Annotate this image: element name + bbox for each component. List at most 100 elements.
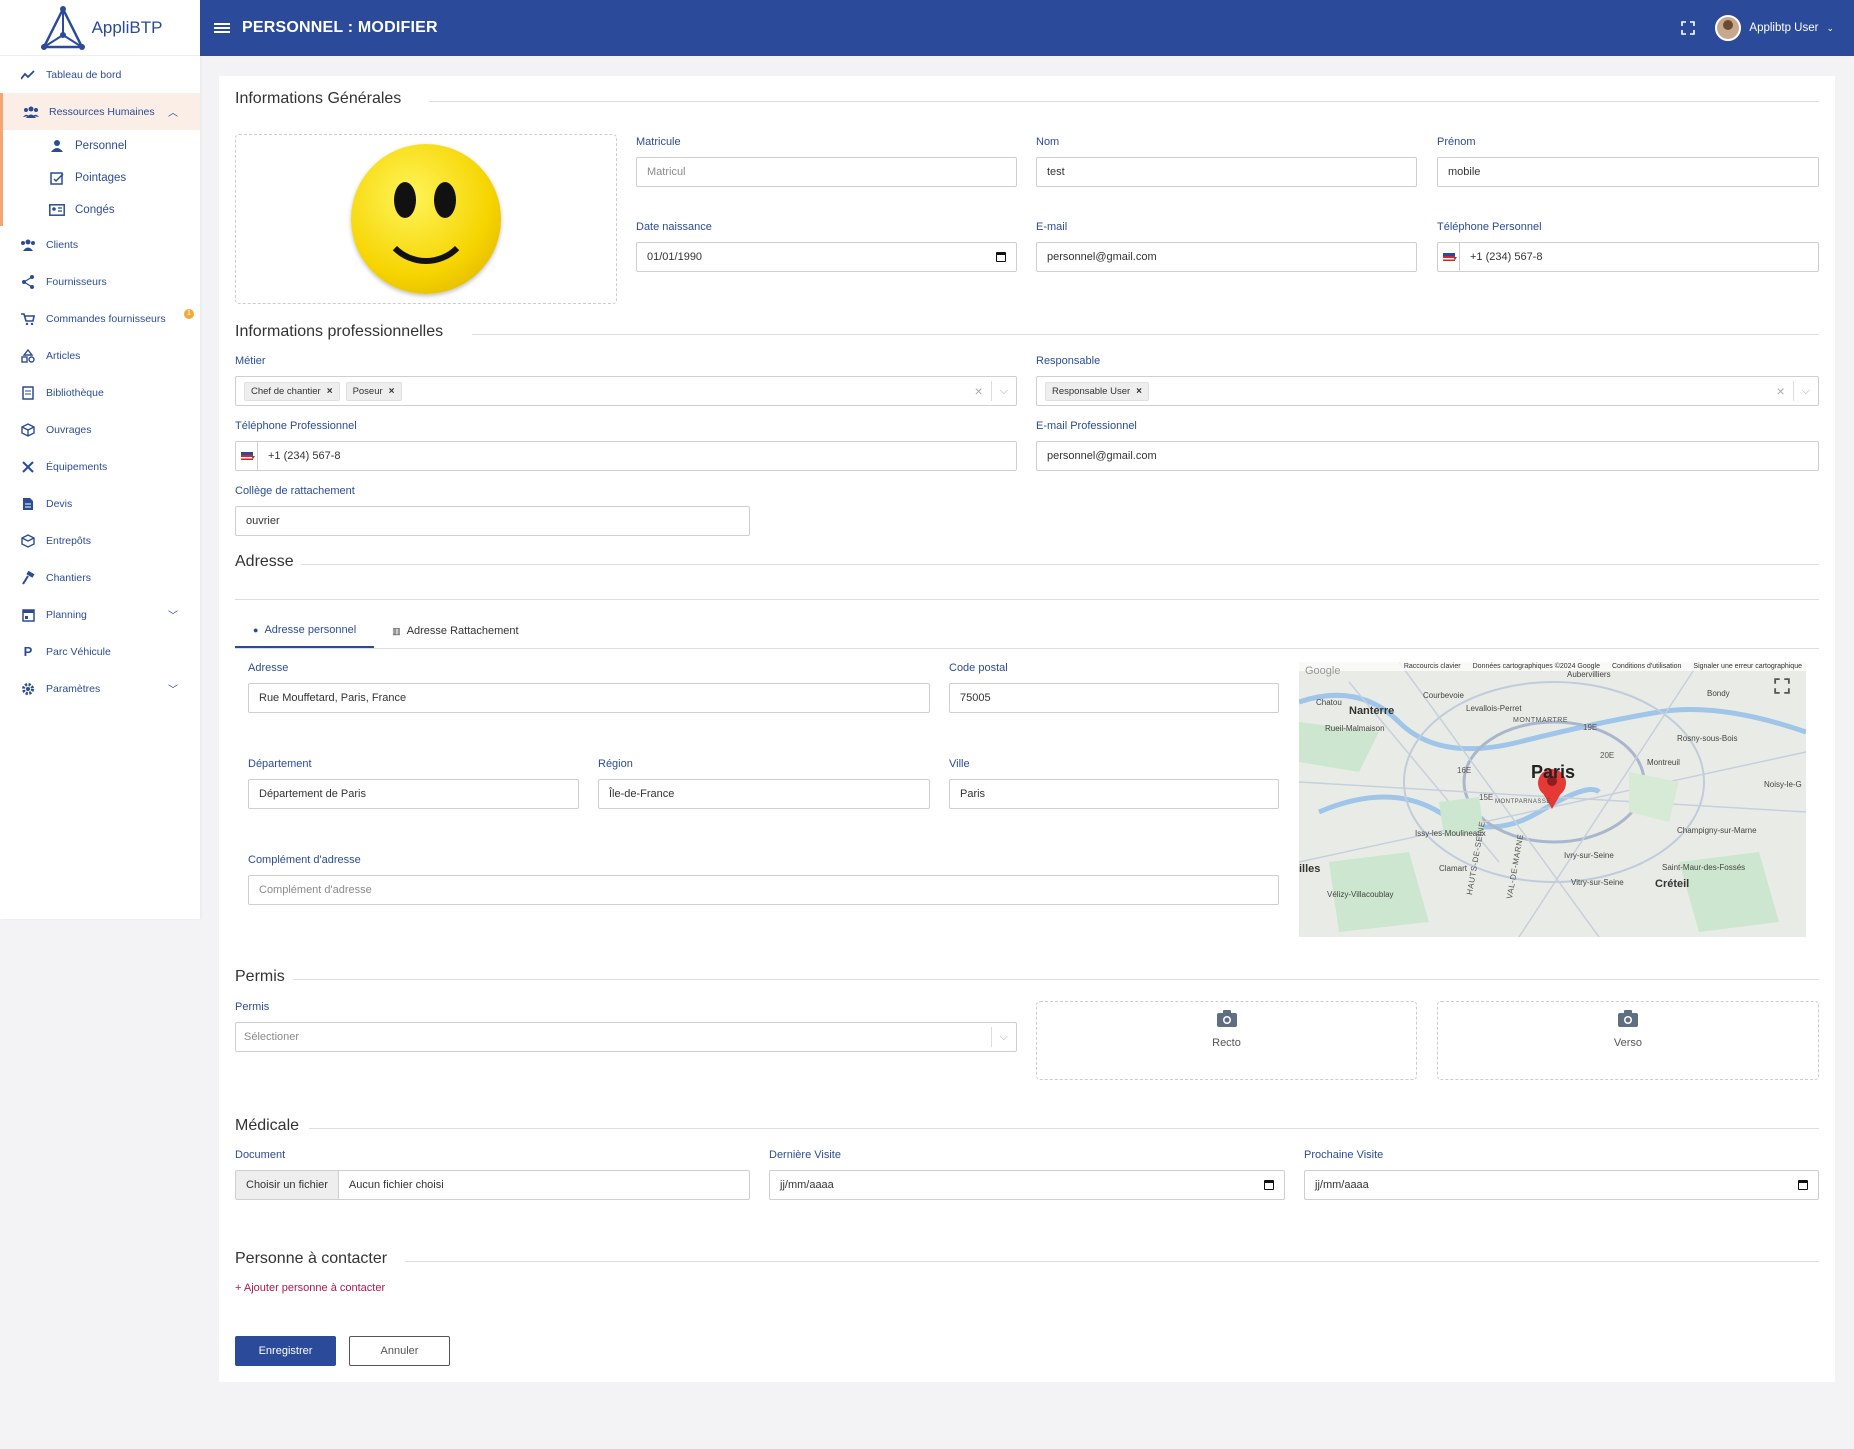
permis-select[interactable]: Sélectioner ⌵	[235, 1022, 1017, 1052]
metier-tag: Poseur ×	[345, 381, 402, 401]
date-naissance-input[interactable]: 01/01/1990	[636, 242, 1017, 272]
map-label: Courbevoie	[1423, 691, 1464, 700]
menu-icon[interactable]	[214, 21, 230, 35]
nav-tableau-de-bord[interactable]: Tableau de bord	[0, 56, 200, 93]
responsable-multiselect[interactable]: Responsable User × × ⌵	[1036, 376, 1819, 406]
map-label: MONTMARTRE	[1513, 717, 1569, 724]
nav-parametres[interactable]: Paramètres ﹀	[0, 670, 200, 707]
user-icon	[49, 138, 65, 154]
ville-input[interactable]: Paris	[949, 779, 1279, 809]
nav-label: Clients	[46, 238, 79, 251]
map-label: Saint-Maur-des-Fossés	[1662, 863, 1746, 872]
sub-item-personnel[interactable]: Personnel	[3, 130, 200, 162]
verso-label: Verso	[1613, 1037, 1643, 1049]
chart-line-icon	[20, 67, 36, 83]
warehouse-icon	[20, 533, 36, 549]
code-postal-input[interactable]: 75005	[949, 683, 1279, 713]
remove-tag-icon[interactable]: ×	[389, 386, 395, 397]
email-input[interactable]: personnel@gmail.com	[1036, 242, 1417, 272]
add-contact-link[interactable]: + Ajouter personne à contacter	[235, 1282, 385, 1294]
chevron-down-icon[interactable]: ⌵	[1802, 385, 1810, 398]
nav-fournisseurs[interactable]: Fournisseurs	[0, 263, 200, 300]
nav-clients[interactable]: Clients	[0, 226, 200, 263]
tab-adresse-rattachement[interactable]: ▥ Adresse Rattachement	[374, 614, 536, 648]
metier-multiselect[interactable]: Chef de chantier × Poseur × × ⌵	[235, 376, 1017, 406]
calendar-icon[interactable]	[1798, 1180, 1808, 1190]
nav-planning[interactable]: Planning ﹀	[0, 596, 200, 633]
college-label: Collège de rattachement	[235, 485, 355, 497]
departement-input[interactable]: Département de Paris	[248, 779, 579, 809]
sub-item-conges[interactable]: Congés	[3, 194, 200, 226]
map-attribution-item[interactable]: Conditions d'utilisation	[1612, 663, 1681, 670]
user-menu[interactable]: Applibtp User ⌄	[1715, 15, 1834, 41]
clear-icon[interactable]: ×	[1776, 383, 1784, 399]
document-file-input[interactable]: Choisir un fichier Aucun fichier choisi	[235, 1170, 750, 1200]
nav-entrepots[interactable]: Entrepôts	[0, 522, 200, 559]
map-attribution: Raccourcis clavier Données cartographiqu…	[1299, 662, 1806, 671]
tel-pro-input[interactable]: +1 (234) 567-8	[235, 441, 1017, 471]
save-button[interactable]: Enregistrer	[235, 1336, 336, 1366]
cancel-button[interactable]: Annuler	[349, 1336, 450, 1366]
tel-pro-label: Téléphone Professionnel	[235, 420, 357, 432]
adresse-input[interactable]: Rue Mouffetard, Paris, France	[248, 683, 930, 713]
region-input[interactable]: Île-de-France	[598, 779, 930, 809]
college-input[interactable]: ouvrier	[235, 506, 750, 536]
map-label: Rosny-sous-Bois	[1677, 734, 1738, 743]
fullscreen-icon[interactable]	[1681, 21, 1696, 35]
tel-value: +1 (234) 567-8	[1470, 251, 1543, 263]
permis-label: Permis	[235, 1001, 270, 1013]
remove-tag-icon[interactable]: ×	[1136, 386, 1142, 397]
derniere-visite-input[interactable]: jj/mm/aaaa	[769, 1170, 1285, 1200]
map-attribution-item[interactable]: Raccourcis clavier	[1404, 663, 1461, 670]
recto-upload[interactable]: Recto	[1036, 1001, 1417, 1080]
nav-ouvrages[interactable]: Ouvrages	[0, 411, 200, 448]
chevron-down-icon[interactable]: ⌵	[1000, 385, 1008, 398]
flag-dropdown[interactable]	[236, 442, 258, 470]
nom-input[interactable]: test	[1036, 157, 1417, 187]
tel-perso-input[interactable]: +1 (234) 567-8	[1437, 242, 1819, 272]
tab-adresse-personnel[interactable]: ● Adresse personnel	[235, 614, 375, 648]
app-logo[interactable]: AppliBTP	[0, 0, 200, 56]
nav-commandes-fournisseurs[interactable]: Commandes fournisseurs 1	[0, 300, 200, 337]
nav-equipements[interactable]: Équipements	[0, 448, 200, 485]
profile-photo	[351, 144, 501, 294]
nav-devis[interactable]: Devis	[0, 485, 200, 522]
calendar-icon[interactable]	[996, 252, 1006, 262]
map-label: illes	[1299, 863, 1321, 875]
flag-dropdown[interactable]	[1438, 243, 1460, 271]
section-title-permis: Permis	[235, 968, 295, 986]
nav-articles[interactable]: Articles	[0, 337, 200, 374]
remove-tag-icon[interactable]: ×	[327, 386, 333, 397]
metier-label: Métier	[235, 355, 266, 367]
section-divider	[405, 1261, 1819, 1262]
id-card-icon	[49, 202, 65, 218]
sub-item-pointages[interactable]: Pointages	[3, 162, 200, 194]
fullscreen-icon[interactable]	[1774, 678, 1792, 696]
nav-chantiers[interactable]: Chantiers	[0, 559, 200, 596]
section-divider	[235, 599, 1819, 600]
photo-upload[interactable]	[235, 134, 617, 304]
section-divider	[293, 979, 1819, 980]
map[interactable]: Raccourcis clavier Données cartographiqu…	[1299, 662, 1806, 937]
complement-input[interactable]: Complément d'adresse	[248, 875, 1279, 905]
email-pro-input[interactable]: personnel@gmail.com	[1036, 441, 1819, 471]
matricule-input[interactable]: Matricul	[636, 157, 1017, 187]
tag-label: Chef de chantier	[251, 385, 321, 397]
chevron-down-icon[interactable]: ⌵	[1000, 1031, 1008, 1044]
map-pin-icon: ●	[253, 625, 259, 635]
verso-upload[interactable]: Verso	[1437, 1001, 1819, 1080]
map-attribution-item[interactable]: Signaler une erreur cartographique	[1693, 663, 1802, 670]
sub-item-label: Personnel	[75, 140, 127, 152]
map-label: Ivry-sur-Seine	[1564, 851, 1614, 860]
avatar	[1715, 15, 1742, 41]
clear-icon[interactable]: ×	[974, 383, 982, 399]
prochaine-visite-input[interactable]: jj/mm/aaaa	[1304, 1170, 1819, 1200]
nav-bibliotheque[interactable]: Bibliothèque	[0, 374, 200, 411]
prenom-input[interactable]: mobile	[1437, 157, 1819, 187]
choose-file-button[interactable]: Choisir un fichier	[236, 1171, 339, 1199]
responsable-tag: Responsable User ×	[1045, 381, 1149, 401]
calendar-icon[interactable]	[1264, 1180, 1274, 1190]
nav-parc-vehicule[interactable]: P Parc Véhicule	[0, 633, 200, 670]
nav-ressources-humaines[interactable]: Ressources Humaines ︿	[0, 93, 200, 130]
share-icon	[20, 274, 36, 290]
